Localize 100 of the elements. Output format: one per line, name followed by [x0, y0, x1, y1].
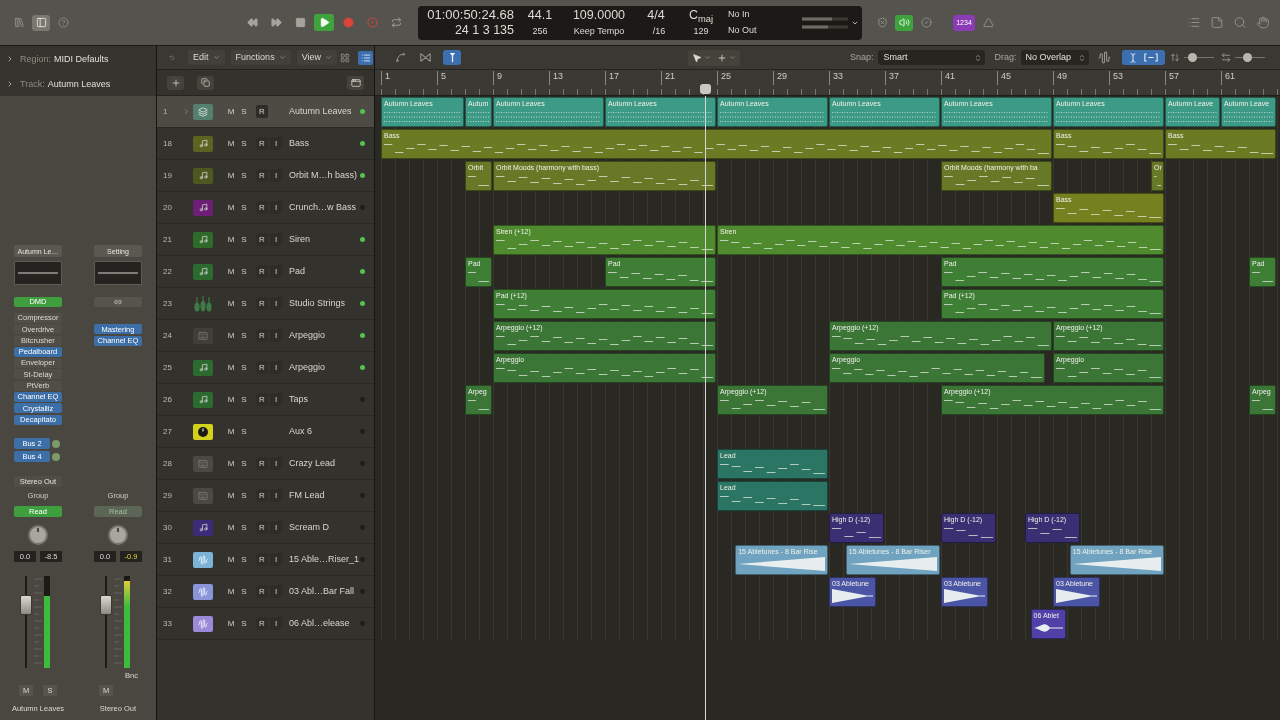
solo-button[interactable]: S: [238, 425, 250, 438]
track-view-button[interactable]: [347, 75, 364, 90]
page-icon[interactable]: [1208, 16, 1226, 29]
solo-button[interactable]: S: [238, 617, 250, 630]
input-monitor-button[interactable]: I: [270, 265, 282, 278]
record-enable-button[interactable]: R: [256, 297, 268, 310]
input-monitor-button[interactable]: I: [270, 489, 282, 502]
solo-button[interactable]: S: [238, 233, 250, 246]
input-monitor-button[interactable]: I: [270, 169, 282, 182]
solo-button[interactable]: S: [238, 297, 250, 310]
input-monitor-button[interactable]: I: [270, 617, 282, 630]
mute-button[interactable]: M: [225, 361, 237, 374]
list-view-button[interactable]: [358, 50, 373, 65]
mute-button[interactable]: M: [225, 137, 237, 150]
track-header[interactable]: 31 M S R I 15 Able…Riser_1: [157, 544, 374, 576]
inspector-button[interactable]: [32, 14, 50, 31]
record-enable-button[interactable]: R: [256, 617, 268, 630]
pan-knob[interactable]: [108, 525, 128, 545]
mute-button[interactable]: M: [225, 297, 237, 310]
mute-button[interactable]: M: [225, 617, 237, 630]
record-enable-button[interactable]: R: [256, 105, 268, 118]
record-enable-button[interactable]: R: [256, 521, 268, 534]
up-down-arrows-icon[interactable]: [1169, 52, 1180, 63]
waveform-icon[interactable]: [1097, 51, 1111, 64]
input-monitor-button[interactable]: I: [270, 585, 282, 598]
record-enable-button[interactable]: R: [256, 553, 268, 566]
solo-button[interactable]: S: [238, 521, 250, 534]
record-enable-button[interactable]: R: [256, 361, 268, 374]
mute-button[interactable]: M: [225, 265, 237, 278]
track-header[interactable]: 19 M S R I Orbit M…h bass): [157, 160, 374, 192]
record-enable-button[interactable]: R: [256, 457, 268, 470]
input-monitor-button[interactable]: I: [270, 233, 282, 246]
play-button[interactable]: [314, 14, 334, 31]
input-monitor-button[interactable]: I: [270, 393, 282, 406]
mute-button[interactable]: M: [225, 425, 237, 438]
input-monitor-button[interactable]: I: [270, 361, 282, 374]
mute-button[interactable]: M: [225, 489, 237, 502]
solo-button[interactable]: S: [238, 553, 250, 566]
record-enable-button[interactable]: R: [256, 265, 268, 278]
snap-dropdown[interactable]: Smart: [877, 50, 985, 65]
track-header[interactable]: 30 M S R I Scream D: [157, 512, 374, 544]
playhead-handle[interactable]: [700, 84, 711, 94]
timeline-ruler[interactable]: 1 5 9 13 17 21 25 29 33 37 41 45 49 53 57 61: [375, 70, 1280, 96]
track-header[interactable]: 32 M S R I 03 Abl…Bar Fall: [157, 576, 374, 608]
solo-button[interactable]: S: [238, 585, 250, 598]
speaker-button[interactable]: [895, 14, 913, 31]
menu-button[interactable]: Functions: [230, 50, 291, 65]
menu-button[interactable]: View: [296, 50, 337, 65]
drag-dropdown[interactable]: No Overlap: [1020, 50, 1089, 65]
input-monitor-button[interactable]: I: [270, 457, 282, 470]
track-header[interactable]: 1 M S R Autumn Leaves: [157, 96, 374, 128]
mute-button[interactable]: M: [225, 585, 237, 598]
stereo-link-button[interactable]: [94, 297, 142, 307]
track-header[interactable]: 33 M S R I 06 Abl…elease: [157, 608, 374, 640]
mute-button[interactable]: M: [225, 105, 237, 118]
mute-button[interactable]: M: [225, 233, 237, 246]
pointer-tool-button[interactable]: [690, 52, 713, 63]
input-monitor-button[interactable]: I: [270, 553, 282, 566]
record-enable-button[interactable]: R: [256, 585, 268, 598]
input-monitor-button[interactable]: I: [270, 329, 282, 342]
solo-button[interactable]: S: [238, 329, 250, 342]
solo-button[interactable]: S: [238, 361, 250, 374]
volume-fader[interactable]: [100, 576, 112, 668]
solo-button[interactable]: S: [238, 169, 250, 182]
fader-thumb[interactable]: [20, 594, 32, 615]
playhead-tool-button[interactable]: [443, 50, 461, 65]
solo-button[interactable]: S: [238, 137, 250, 150]
eq-thumbnail[interactable]: [14, 261, 62, 285]
track-header[interactable]: 23 M S R I Studio Strings: [157, 288, 374, 320]
inspector-section-header[interactable]: Track: Autumn Leaves: [0, 72, 156, 96]
solo-button[interactable]: S: [238, 489, 250, 502]
solo-button[interactable]: S: [238, 105, 250, 118]
record-enable-button[interactable]: R: [256, 489, 268, 502]
track-header[interactable]: 25 M S R I Arpeggio: [157, 352, 374, 384]
track-header[interactable]: 28 M S R I Crazy Lead: [157, 448, 374, 480]
eq-thumbnail[interactable]: [94, 261, 142, 285]
mute-button[interactable]: M: [225, 329, 237, 342]
left-right-arrows-icon[interactable]: [1219, 52, 1232, 63]
record-enable-button[interactable]: R: [256, 233, 268, 246]
solo-button[interactable]: S: [238, 393, 250, 406]
hand-icon[interactable]: [1254, 16, 1272, 29]
input-monitor-button[interactable]: I: [270, 297, 282, 310]
track-header[interactable]: 20 M S R I Crunch…w Bass: [157, 192, 374, 224]
input-monitor-button[interactable]: I: [270, 137, 282, 150]
mute-button[interactable]: M: [225, 457, 237, 470]
add-track-button[interactable]: [167, 75, 184, 90]
track-header[interactable]: 26 M S R I Taps: [157, 384, 374, 416]
menu-button[interactable]: Edit: [188, 50, 225, 65]
record-enable-button[interactable]: R: [256, 329, 268, 342]
solo-button[interactable]: S: [238, 201, 250, 214]
mute-button[interactable]: M: [225, 521, 237, 534]
input-monitor-button[interactable]: I: [270, 521, 282, 534]
fader-thumb[interactable]: [100, 594, 112, 615]
solo-button[interactable]: S: [238, 265, 250, 278]
record-enable-button[interactable]: R: [256, 137, 268, 150]
volume-fader[interactable]: [20, 576, 32, 668]
duplicate-track-button[interactable]: [197, 75, 214, 90]
track-header[interactable]: 27 M S Aux 6: [157, 416, 374, 448]
slider-thumb[interactable]: [1187, 53, 1197, 62]
inspector-section-header[interactable]: Region: MIDI Defaults: [0, 46, 156, 72]
